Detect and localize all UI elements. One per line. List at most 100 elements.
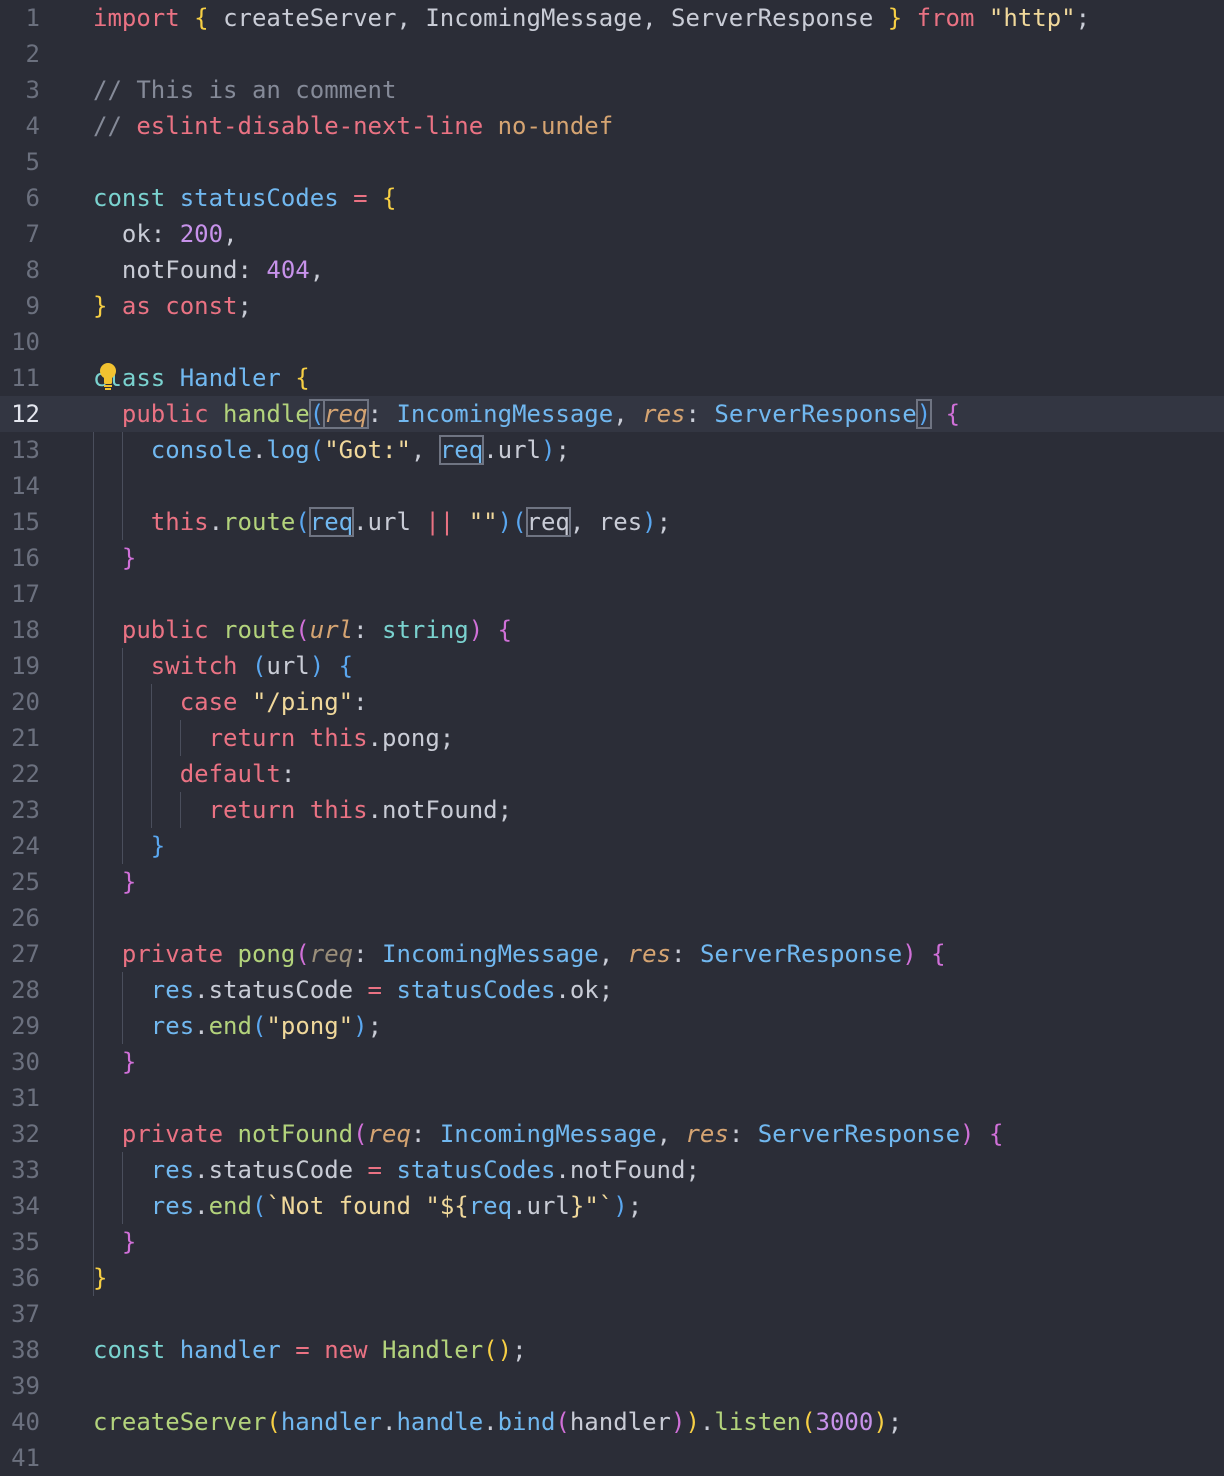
code-line[interactable]: 16 } xyxy=(0,540,1224,576)
code-token: this xyxy=(309,724,368,752)
code-line[interactable]: 28 res.statusCode = statusCodes.ok; xyxy=(0,972,1224,1008)
line-number: 8 xyxy=(25,256,40,284)
line-number: 30 xyxy=(11,1048,40,1076)
line-code: } as const; xyxy=(93,288,252,324)
code-line[interactable]: 37 xyxy=(0,1296,1224,1332)
code-line[interactable]: 32 private notFound(req: IncomingMessage… xyxy=(0,1116,1224,1152)
code-token: ) xyxy=(468,616,498,644)
code-token: url xyxy=(309,616,354,644)
code-line[interactable]: 21 return this.pong; xyxy=(0,720,1224,756)
line-number: 18 xyxy=(11,616,40,644)
line-number: 16 xyxy=(11,544,40,572)
code-token: public xyxy=(93,400,224,428)
code-line[interactable]: 25 } xyxy=(0,864,1224,900)
code-token: eslint-disable-next-line xyxy=(136,112,498,140)
code-token: IncomingMessage xyxy=(439,1120,657,1148)
code-line[interactable]: 24 } xyxy=(0,828,1224,864)
code-token: return xyxy=(93,796,310,824)
code-line[interactable]: 12 public handle(req: IncomingMessage, r… xyxy=(0,396,1224,432)
code-editor[interactable]: 1 import { createServer, IncomingMessage,… xyxy=(0,0,1224,1476)
code-line[interactable]: 29 res.end("pong"); xyxy=(0,1008,1224,1044)
code-line[interactable]: 15 this.route(req.url || "")(req, res); xyxy=(0,504,1224,540)
code-line[interactable]: 10 xyxy=(0,324,1224,360)
code-line[interactable]: 40 createServer(handler.handle.bind(handl… xyxy=(0,1404,1224,1440)
code-line[interactable]: 14 xyxy=(0,468,1224,504)
code-line[interactable]: 41 xyxy=(0,1440,1224,1476)
code-token: ok: xyxy=(93,220,180,248)
code-token: "/ping" xyxy=(251,688,354,716)
code-line[interactable]: 36} xyxy=(0,1260,1224,1296)
code-token: ( xyxy=(251,1192,267,1220)
code-token: { xyxy=(945,400,961,428)
code-token: ; xyxy=(887,1408,903,1436)
code-token: ) xyxy=(309,652,339,680)
code-line[interactable]: 9} as const; xyxy=(0,288,1224,324)
code-token: .ok; xyxy=(555,976,614,1004)
code-line[interactable]: 3 // This is an comment xyxy=(0,72,1224,108)
code-token: ) xyxy=(873,1408,888,1436)
code-token: notFound: xyxy=(93,256,267,284)
code-token: this xyxy=(309,796,368,824)
code-token: this xyxy=(93,508,209,536)
code-token: console xyxy=(93,436,252,464)
code-line[interactable]: 5 xyxy=(0,144,1224,180)
line-number: 5 xyxy=(25,148,40,176)
code-line[interactable]: 4 // eslint-disable-next-line no-undef xyxy=(0,108,1224,144)
code-token: ) xyxy=(902,940,932,968)
code-line[interactable]: 13 console.log("Got:", req.url); xyxy=(0,432,1224,468)
line-number: 41 xyxy=(11,1444,40,1472)
code-token: "http" xyxy=(988,4,1076,32)
line-code: } xyxy=(93,540,136,576)
code-token: ) xyxy=(353,1012,368,1040)
code-line[interactable]: 33 res.statusCode = statusCodes.notFound… xyxy=(0,1152,1224,1188)
lightbulb-icon[interactable] xyxy=(97,362,119,392)
code-line[interactable]: 18 public route(url: string) { xyxy=(0,612,1224,648)
code-line[interactable]: 35 } xyxy=(0,1224,1224,1260)
code-token: case xyxy=(93,688,252,716)
code-line[interactable]: 17 xyxy=(0,576,1224,612)
code-token: : xyxy=(685,400,715,428)
code-token: . xyxy=(251,436,267,464)
code-token: res xyxy=(627,940,672,968)
code-token: .url xyxy=(483,436,541,464)
code-token: { xyxy=(497,616,513,644)
code-token: , xyxy=(410,436,440,464)
code-token: } xyxy=(93,1048,137,1076)
code-token: ) xyxy=(685,1408,700,1436)
code-line[interactable]: 38 const handler = new Handler(); xyxy=(0,1332,1224,1368)
code-line[interactable]: 1 import { createServer, IncomingMessage,… xyxy=(0,0,1224,36)
code-line[interactable]: 7 ok: 200, xyxy=(0,216,1224,252)
code-line[interactable]: 27 private pong(req: IncomingMessage, re… xyxy=(0,936,1224,972)
code-token: ServerResponse xyxy=(699,940,903,968)
code-line[interactable]: 22 default: xyxy=(0,756,1224,792)
code-line[interactable]: 39 xyxy=(0,1368,1224,1404)
code-line[interactable]: 20 case "/ping": xyxy=(0,684,1224,720)
code-line[interactable]: 2 xyxy=(0,36,1224,72)
code-token: { xyxy=(988,1120,1004,1148)
code-line[interactable]: 34 res.end(`Not found "${req.url}"`); xyxy=(0,1188,1224,1224)
code-line[interactable]: 30 } xyxy=(0,1044,1224,1080)
code-token: "Got:" xyxy=(324,436,411,464)
line-number: 40 xyxy=(11,1408,40,1436)
code-line[interactable]: 19 switch (url) { xyxy=(0,648,1224,684)
code-token: , res xyxy=(569,508,643,536)
code-line[interactable]: 23 return this.notFound; xyxy=(0,792,1224,828)
code-token: ( xyxy=(295,508,310,536)
code-line[interactable]: 8 notFound: 404, xyxy=(0,252,1224,288)
code-token: . xyxy=(483,1408,498,1436)
code-token: { xyxy=(338,652,354,680)
code-token: ServerResponse xyxy=(714,400,917,428)
code-line[interactable]: 26 xyxy=(0,900,1224,936)
code-token: 3000 xyxy=(815,1408,874,1436)
line-code: const handler = new Handler(); xyxy=(93,1332,527,1368)
code-line[interactable]: 31 xyxy=(0,1080,1224,1116)
line-code: const statusCodes = { xyxy=(93,180,396,216)
code-line[interactable]: 6 const statusCodes = { xyxy=(0,180,1224,216)
code-token: private xyxy=(93,940,238,968)
code-token: req xyxy=(367,1120,411,1148)
code-token: = xyxy=(295,1336,325,1364)
code-token: , xyxy=(656,1120,686,1148)
code-token: : xyxy=(353,688,368,716)
code-line[interactable]: 11 class Handler { xyxy=(0,360,1224,396)
code-token: .pong; xyxy=(367,724,455,752)
